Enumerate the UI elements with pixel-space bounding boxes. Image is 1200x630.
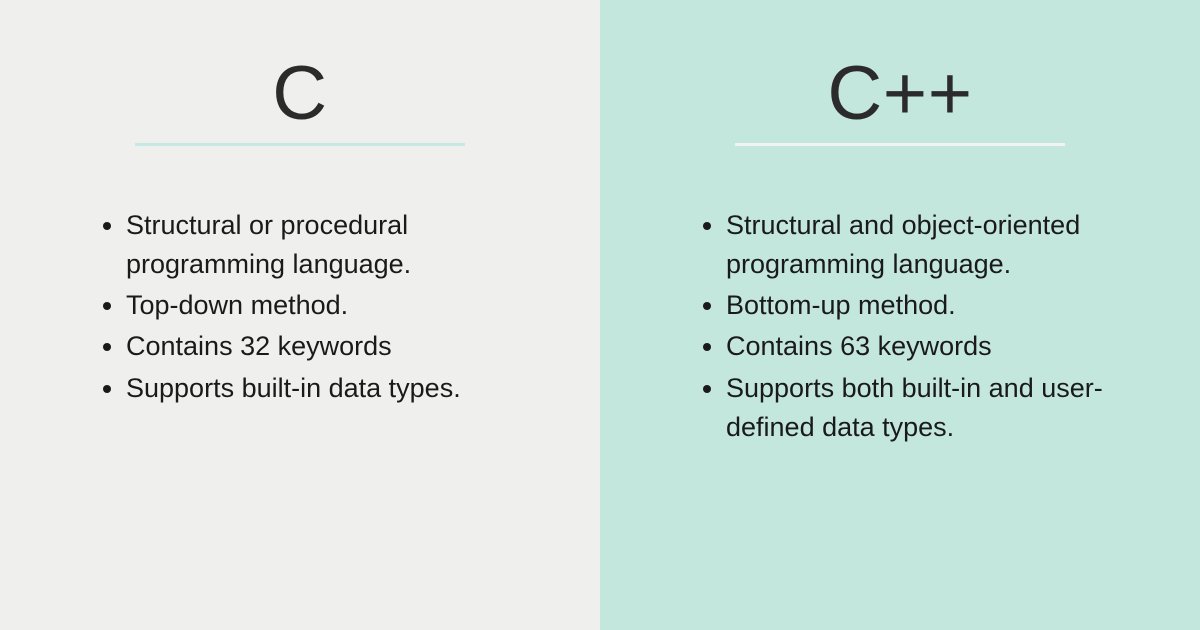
c-title: C <box>60 50 540 137</box>
list-item: Contains 32 keywords <box>126 327 530 366</box>
list-item: Top-down method. <box>126 286 530 325</box>
spacer <box>60 146 540 206</box>
c-points-list: Structural or procedural programming lan… <box>60 206 540 408</box>
list-item: Structural or procedural programming lan… <box>126 206 530 284</box>
list-item: Contains 63 keywords <box>726 327 1130 366</box>
list-item: Supports both built-in and user-defined … <box>726 369 1130 447</box>
cpp-points-list: Structural and object-oriented programmi… <box>660 206 1140 447</box>
list-item: Structural and object-oriented programmi… <box>726 206 1130 284</box>
list-item: Supports built-in data types. <box>126 369 530 408</box>
cpp-title: C++ <box>660 50 1140 137</box>
list-item: Bottom-up method. <box>726 286 1130 325</box>
c-panel: C Structural or procedural programming l… <box>0 0 600 630</box>
spacer <box>660 146 1140 206</box>
cpp-panel: C++ Structural and object-oriented progr… <box>600 0 1200 630</box>
